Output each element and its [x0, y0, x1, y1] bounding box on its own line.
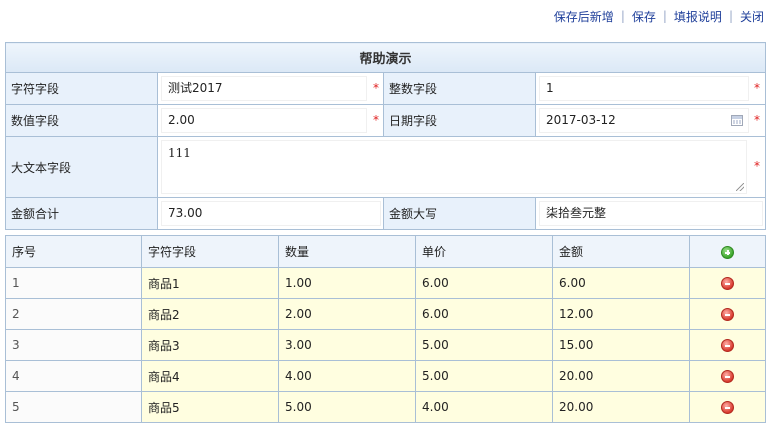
row-amount[interactable]: 20.00: [552, 391, 690, 423]
row-qty[interactable]: 3.00: [278, 329, 416, 361]
detail-table: 序号 字符字段 数量 单价 金额 1 商品1 1.00 6.00 6.00 2: [5, 235, 766, 423]
toolbar-divider: |: [728, 9, 733, 23]
row-actions: [689, 329, 766, 361]
row-actions: [689, 267, 766, 299]
column-header-actions: [689, 235, 766, 268]
row-amount[interactable]: 15.00: [552, 329, 690, 361]
row-qty[interactable]: 2.00: [278, 298, 416, 330]
delete-row-icon[interactable]: [720, 308, 734, 321]
delete-row-icon[interactable]: [720, 401, 734, 414]
amount-total-label: 金额合计: [5, 197, 158, 230]
row-seq: 4: [5, 360, 142, 392]
save-link[interactable]: 保存: [632, 8, 656, 25]
toolbar-divider: |: [620, 9, 625, 23]
date-field-label: 日期字段: [383, 104, 536, 137]
row-name[interactable]: 商品4: [141, 360, 279, 392]
required-mark: *: [754, 81, 760, 95]
bigtext-field-label: 大文本字段: [5, 136, 158, 198]
save-and-new-link[interactable]: 保存后新增: [554, 8, 614, 25]
row-name[interactable]: 商品3: [141, 329, 279, 361]
int-field-input[interactable]: 1: [539, 76, 749, 101]
row-amount[interactable]: 6.00: [552, 267, 690, 299]
num-field-input[interactable]: 2.00: [161, 108, 367, 133]
column-header-price: 单价: [415, 235, 553, 268]
help-link[interactable]: 填报说明: [674, 8, 722, 25]
column-header-amount: 金额: [552, 235, 690, 268]
row-amount[interactable]: 20.00: [552, 360, 690, 392]
bigtext-field-cell: 111 *: [156, 136, 767, 198]
row-qty[interactable]: 4.00: [278, 360, 416, 392]
text-field-label: 字符字段: [5, 72, 158, 105]
main-form: 帮助演示 字符字段 测试2017 * 整数字段 1 * 数值字段 2.00 * …: [4, 42, 767, 230]
table-row: 4 商品4 4.00 5.00 20.00: [5, 360, 766, 392]
amount-total-cell: 73.00: [157, 197, 384, 230]
column-header-qty: 数量: [278, 235, 416, 268]
int-field-label: 整数字段: [383, 72, 536, 105]
table-row: 1 商品1 1.00 6.00 6.00: [5, 267, 766, 299]
date-field-input[interactable]: 2017-03-12: [539, 108, 749, 133]
table-row: 5 商品5 5.00 4.00 20.00: [5, 391, 766, 423]
row-name[interactable]: 商品1: [141, 267, 279, 299]
toolbar-divider: |: [662, 9, 667, 23]
delete-row-icon[interactable]: [720, 339, 734, 352]
delete-row-icon[interactable]: [720, 370, 734, 383]
row-qty[interactable]: 1.00: [278, 267, 416, 299]
row-seq: 1: [5, 267, 142, 299]
row-price[interactable]: 6.00: [415, 267, 553, 299]
amount-upper-label: 金额大写: [383, 197, 536, 230]
int-field-cell: 1 *: [534, 72, 767, 105]
column-header-name: 字符字段: [141, 235, 279, 268]
form-title: 帮助演示: [4, 42, 767, 73]
row-actions: [689, 360, 766, 392]
table-row: 2 商品2 2.00 6.00 12.00: [5, 298, 766, 330]
table-row: 3 商品3 3.00 5.00 15.00: [5, 329, 766, 361]
row-amount[interactable]: 12.00: [552, 298, 690, 330]
column-header-seq: 序号: [5, 235, 142, 268]
add-row-icon[interactable]: [720, 245, 734, 259]
num-field-label: 数值字段: [5, 104, 158, 137]
num-field-cell: 2.00 *: [157, 104, 384, 137]
date-field-cell: 2017-03-12 *: [534, 104, 767, 137]
delete-row-icon[interactable]: [720, 277, 734, 290]
row-actions: [689, 298, 766, 330]
row-name[interactable]: 商品2: [141, 298, 279, 330]
top-toolbar: 保存后新增 | 保存 | 填报说明 | 关闭: [554, 7, 764, 25]
row-seq: 2: [5, 298, 142, 330]
row-seq: 5: [5, 391, 142, 423]
calendar-icon[interactable]: [731, 115, 744, 126]
amount-upper-cell: 柒拾叁元整: [534, 197, 767, 230]
row-price[interactable]: 6.00: [415, 298, 553, 330]
detail-grid: 序号 字符字段 数量 单价 金额 1 商品1 1.00 6.00 6.00 2: [5, 235, 766, 423]
form-table: 帮助演示 字符字段 测试2017 * 整数字段 1 * 数值字段 2.00 * …: [4, 42, 767, 230]
amount-upper-value: 柒拾叁元整: [539, 201, 763, 226]
row-price[interactable]: 5.00: [415, 329, 553, 361]
row-actions: [689, 391, 766, 423]
grid-header-row: 序号 字符字段 数量 单价 金额: [5, 235, 766, 268]
row-price[interactable]: 5.00: [415, 360, 553, 392]
row-seq: 3: [5, 329, 142, 361]
required-mark: *: [754, 113, 760, 127]
close-link[interactable]: 关闭: [740, 8, 764, 25]
bigtext-field-textarea[interactable]: 111: [161, 140, 747, 194]
row-price[interactable]: 4.00: [415, 391, 553, 423]
required-mark: *: [373, 113, 379, 127]
bigtext-field-value: 111: [168, 146, 191, 160]
required-mark: *: [373, 81, 379, 95]
amount-total-value: 73.00: [161, 201, 381, 226]
resize-grip-icon[interactable]: [736, 183, 744, 191]
row-qty[interactable]: 5.00: [278, 391, 416, 423]
row-name[interactable]: 商品5: [141, 391, 279, 423]
required-mark: *: [754, 159, 760, 173]
text-field-input[interactable]: 测试2017: [161, 76, 367, 101]
text-field-cell: 测试2017 *: [157, 72, 384, 105]
